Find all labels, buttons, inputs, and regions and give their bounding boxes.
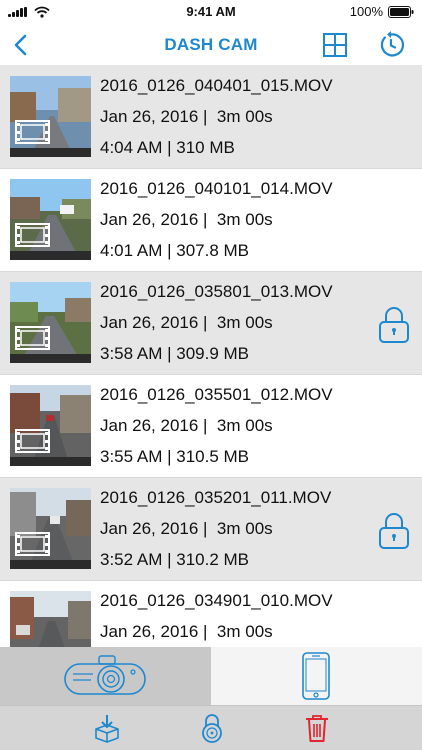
video-duration: 3m 00s: [216, 210, 273, 229]
video-filename: 2016_0126_035501_012.MOV: [100, 385, 333, 404]
video-duration: 3m 00s: [216, 519, 273, 538]
video-thumbnail[interactable]: [10, 488, 91, 569]
video-row[interactable]: 2016_0126_035201_011.MOV Jan 26, 2016 | …: [0, 478, 422, 581]
video-filename: 2016_0126_035201_011.MOV: [100, 488, 332, 507]
video-filename: 2016_0126_040101_014.MOV: [100, 179, 333, 198]
status-bar: 9:41 AM 100%: [0, 0, 422, 24]
video-row[interactable]: 2016_0126_040101_014.MOV Jan 26, 2016 | …: [0, 169, 422, 272]
video-time-size: 4:01 AM | 307.8 MB: [100, 241, 249, 260]
video-filename: 2016_0126_040401_015.MOV: [100, 76, 333, 95]
video-filename: 2016_0126_035801_013.MOV: [100, 282, 333, 301]
video-list[interactable]: 2016_0126_040401_015.MOV Jan 26, 2016 | …: [0, 66, 422, 647]
video-thumbnail[interactable]: [10, 76, 91, 157]
video-thumbnail[interactable]: [10, 385, 91, 466]
video-time-size: 3:52 AM | 310.2 MB: [100, 550, 249, 569]
video-time-size: 3:55 AM | 310.5 MB: [100, 447, 249, 466]
video-thumbnail[interactable]: [10, 179, 91, 260]
battery-icon: [388, 5, 414, 18]
video-date: Jan 26, 2016 | 3m 00s: [100, 622, 273, 641]
source-tabs: [0, 647, 422, 705]
video-duration: 3m 00s: [216, 416, 273, 435]
video-row[interactable]: 2016_0126_035501_012.MOV Jan 26, 2016 | …: [0, 375, 422, 478]
video-time-size: 3:58 AM | 309.9 MB: [100, 344, 249, 363]
lock-icon[interactable]: [377, 511, 411, 551]
video-duration: 3m 00s: [216, 313, 273, 332]
battery-percentage: 100%: [349, 4, 383, 19]
tab-phone[interactable]: [211, 647, 422, 705]
video-time-size: 4:04 AM | 310 MB: [100, 138, 235, 157]
phone-icon: [302, 652, 330, 700]
video-row[interactable]: 2016_0126_040401_015.MOV Jan 26, 2016 | …: [0, 66, 422, 169]
video-date: Jan 26, 2016 | 3m 00s: [100, 519, 273, 538]
video-thumbnail[interactable]: [10, 591, 91, 647]
video-date: Jan 26, 2016 | 3m 00s: [100, 107, 273, 126]
video-date: Jan 26, 2016 | 3m 00s: [100, 210, 273, 229]
video-date: Jan 26, 2016 | 3m 00s: [100, 416, 273, 435]
tab-dashcam[interactable]: [0, 647, 211, 705]
grid-view-icon[interactable]: [322, 32, 348, 58]
bottom-toolbar: [0, 705, 422, 750]
lock-icon[interactable]: [377, 305, 411, 345]
navigation-bar: DASH CAM: [0, 24, 422, 66]
video-filename: 2016_0126_034901_010.MOV: [100, 591, 333, 610]
padlock-icon[interactable]: [197, 713, 227, 743]
video-date: Jan 26, 2016 | 3m 00s: [100, 313, 273, 332]
trash-icon[interactable]: [302, 713, 332, 743]
history-icon[interactable]: [376, 30, 406, 60]
video-row[interactable]: 2016_0126_034901_010.MOV Jan 26, 2016 | …: [0, 581, 422, 647]
video-duration: 3m 00s: [216, 622, 273, 641]
page-title: DASH CAM: [164, 35, 258, 54]
dashcam-icon: [64, 655, 146, 695]
video-thumbnail[interactable]: [10, 282, 91, 363]
video-duration: 3m 00s: [216, 107, 273, 126]
video-row[interactable]: 2016_0126_035801_013.MOV Jan 26, 2016 | …: [0, 272, 422, 375]
download-box-icon[interactable]: [92, 713, 122, 743]
status-right: 100%: [350, 4, 414, 19]
